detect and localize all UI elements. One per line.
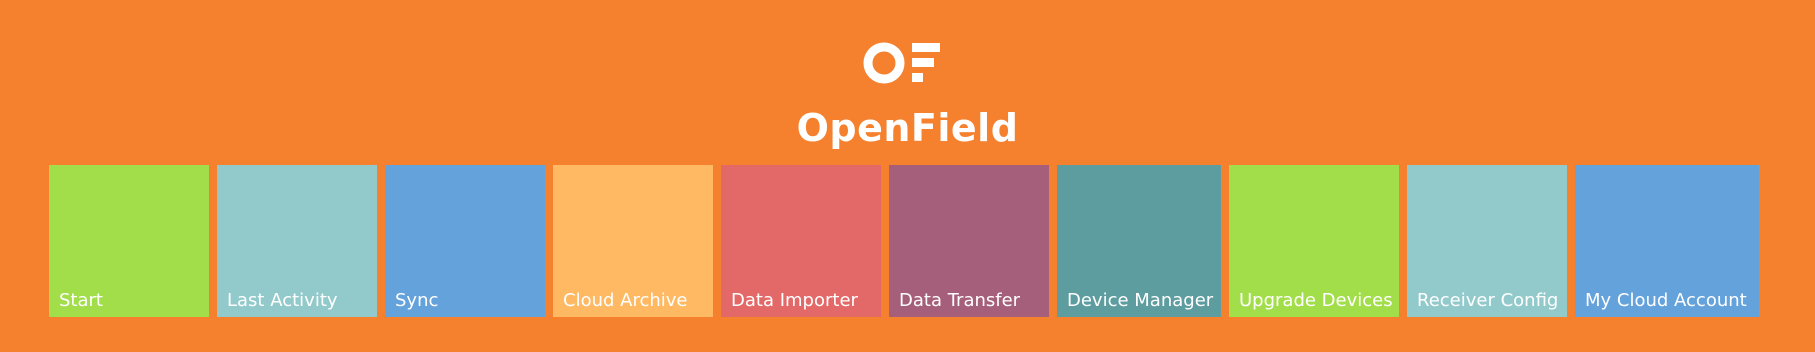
app-title: OpenField xyxy=(796,106,1019,150)
tile-device-manager[interactable]: Device Manager xyxy=(1057,165,1221,317)
tile-label: My Cloud Account xyxy=(1585,290,1747,311)
tile-start[interactable]: Start xyxy=(49,165,209,317)
tile-receiver-config[interactable]: Receiver Config xyxy=(1407,165,1567,317)
tile-my-cloud-account[interactable]: My Cloud Account xyxy=(1575,165,1759,317)
tile-upgrade-devices[interactable]: Upgrade Devices xyxy=(1229,165,1399,317)
tile-sync[interactable]: Sync xyxy=(385,165,545,317)
tile-label: Last Activity xyxy=(227,290,338,311)
tile-label: Start xyxy=(59,290,103,311)
tile-label: Data Transfer xyxy=(899,290,1021,311)
tile-data-transfer[interactable]: Data Transfer xyxy=(889,165,1049,317)
tile-label: Data Importer xyxy=(731,290,858,311)
tile-cloud-archive[interactable]: Cloud Archive xyxy=(553,165,713,317)
tile-label: Device Manager xyxy=(1067,290,1214,311)
tile-label: Cloud Archive xyxy=(563,290,688,311)
tile-last-activity[interactable]: Last Activity xyxy=(217,165,377,317)
tile-label: Upgrade Devices xyxy=(1239,290,1393,311)
openfield-logo-icon xyxy=(863,42,940,84)
tile-label: Receiver Config xyxy=(1417,290,1559,311)
tile-data-importer[interactable]: Data Importer xyxy=(721,165,881,317)
tile-label: Sync xyxy=(395,290,439,311)
